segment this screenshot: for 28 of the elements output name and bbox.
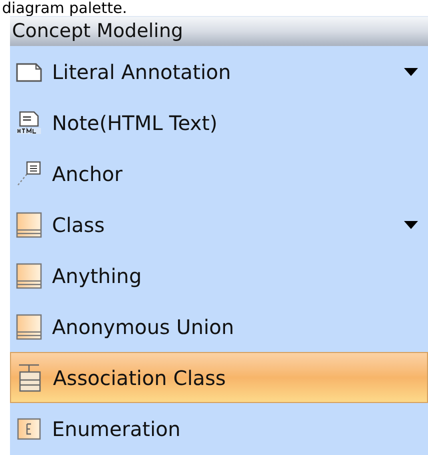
- dropdown-arrow-icon[interactable]: [404, 68, 418, 76]
- html-note-icon: [16, 110, 42, 134]
- class-icon: [16, 314, 42, 340]
- item-label: Association Class: [53, 364, 227, 392]
- item-label: Enumeration: [52, 416, 182, 442]
- palette-item[interactable]: Anything: [10, 250, 428, 301]
- item-label: Anonymous Union: [52, 314, 236, 340]
- caption-text: diagram palette.: [1, 0, 128, 16]
- item-label: Note(HTML Text): [52, 110, 218, 136]
- item-label: Literal Annotation: [52, 58, 232, 86]
- palette-item[interactable]: Literal Annotation: [10, 46, 428, 97]
- palette-item[interactable]: Class: [10, 199, 428, 250]
- anchor-icon: [16, 160, 42, 186]
- palette-item[interactable]: Anchor: [10, 148, 428, 199]
- palette-item[interactable]: Anonymous Union: [10, 301, 428, 352]
- palette-item[interactable]: Association Class: [10, 352, 428, 403]
- item-label: Class: [52, 212, 106, 238]
- palette-header[interactable]: Concept Modeling: [10, 16, 428, 46]
- palette-item[interactable]: Note(HTML Text): [10, 97, 428, 148]
- dropdown-arrow-icon[interactable]: [404, 220, 418, 228]
- palette-item[interactable]: Enumeration: [10, 403, 428, 454]
- note-icon: [16, 62, 42, 82]
- item-label: Anything: [52, 262, 143, 290]
- enumeration-icon: [16, 418, 42, 440]
- item-label: Anchor: [52, 160, 124, 188]
- class-icon: [16, 212, 42, 238]
- association-class-icon: [17, 362, 43, 392]
- class-icon: [16, 262, 42, 288]
